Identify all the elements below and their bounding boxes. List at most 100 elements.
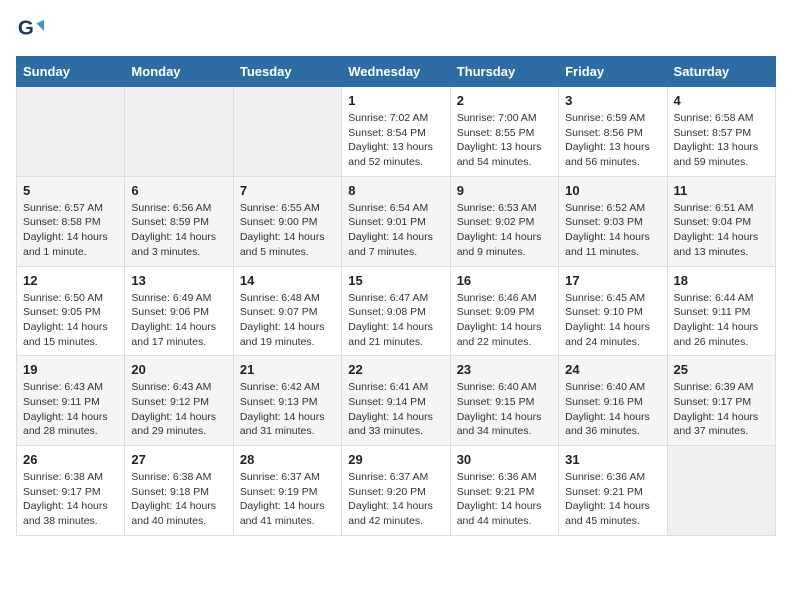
- calendar-table: SundayMondayTuesdayWednesdayThursdayFrid…: [16, 56, 776, 536]
- weekday-header-cell: Wednesday: [342, 57, 450, 87]
- calendar-day-cell: 29 Sunrise: 6:37 AM Sunset: 9:20 PM Dayli…: [342, 446, 450, 536]
- day-info: Sunrise: 6:37 AM Sunset: 9:19 PM Dayligh…: [240, 470, 335, 529]
- day-number: 27: [131, 452, 226, 467]
- day-info: Sunrise: 6:55 AM Sunset: 9:00 PM Dayligh…: [240, 201, 335, 260]
- calendar-day-cell: 31 Sunrise: 6:36 AM Sunset: 9:21 PM Dayli…: [559, 446, 667, 536]
- day-info: Sunrise: 6:36 AM Sunset: 9:21 PM Dayligh…: [565, 470, 660, 529]
- day-number: 1: [348, 93, 443, 108]
- day-info: Sunrise: 7:02 AM Sunset: 8:54 PM Dayligh…: [348, 111, 443, 170]
- svg-text:G: G: [18, 17, 34, 40]
- day-info: Sunrise: 6:43 AM Sunset: 9:11 PM Dayligh…: [23, 380, 118, 439]
- calendar-day-cell: [233, 87, 341, 177]
- weekday-header-cell: Monday: [125, 57, 233, 87]
- day-number: 31: [565, 452, 660, 467]
- calendar-day-cell: 7Sunrise: 6:55 AM Sunset: 9:00 PM Daylig…: [233, 176, 341, 266]
- calendar-day-cell: 25 Sunrise: 6:39 AM Sunset: 9:17 PM Dayli…: [667, 356, 775, 446]
- calendar-day-cell: 23 Sunrise: 6:40 AM Sunset: 9:15 PM Dayli…: [450, 356, 558, 446]
- day-info: Sunrise: 6:56 AM Sunset: 8:59 PM Dayligh…: [131, 201, 226, 260]
- calendar-day-cell: 22Sunrise: 6:41 AM Sunset: 9:14 PM Dayli…: [342, 356, 450, 446]
- calendar-body: 1 Sunrise: 7:02 AM Sunset: 8:54 PM Daylig…: [17, 87, 776, 536]
- calendar-day-cell: 21 Sunrise: 6:42 AM Sunset: 9:13 PM Dayli…: [233, 356, 341, 446]
- calendar-day-cell: 10Sunrise: 6:52 AM Sunset: 9:03 PM Dayli…: [559, 176, 667, 266]
- day-number: 15: [348, 273, 443, 288]
- day-info: Sunrise: 6:48 AM Sunset: 9:07 PM Dayligh…: [240, 291, 335, 350]
- day-number: 19: [23, 362, 118, 377]
- calendar-day-cell: 2 Sunrise: 7:00 AM Sunset: 8:55 PM Daylig…: [450, 87, 558, 177]
- day-info: Sunrise: 6:51 AM Sunset: 9:04 PM Dayligh…: [674, 201, 769, 260]
- calendar-day-cell: 5 Sunrise: 6:57 AM Sunset: 8:58 PM Daylig…: [17, 176, 125, 266]
- day-number: 2: [457, 93, 552, 108]
- day-info: Sunrise: 6:39 AM Sunset: 9:17 PM Dayligh…: [674, 380, 769, 439]
- calendar-day-cell: 17 Sunrise: 6:45 AM Sunset: 9:10 PM Dayli…: [559, 266, 667, 356]
- day-info: Sunrise: 6:57 AM Sunset: 8:58 PM Dayligh…: [23, 201, 118, 260]
- day-number: 24: [565, 362, 660, 377]
- day-info: Sunrise: 6:53 AM Sunset: 9:02 PM Dayligh…: [457, 201, 552, 260]
- logo-icon: G: [16, 16, 44, 44]
- day-number: 14: [240, 273, 335, 288]
- day-info: Sunrise: 6:49 AM Sunset: 9:06 PM Dayligh…: [131, 291, 226, 350]
- calendar-week-row: 12 Sunrise: 6:50 AM Sunset: 9:05 PM Dayli…: [17, 266, 776, 356]
- day-info: Sunrise: 6:40 AM Sunset: 9:15 PM Dayligh…: [457, 380, 552, 439]
- day-number: 4: [674, 93, 769, 108]
- calendar-day-cell: [125, 87, 233, 177]
- calendar-day-cell: [17, 87, 125, 177]
- day-number: 25: [674, 362, 769, 377]
- day-info: Sunrise: 6:58 AM Sunset: 8:57 PM Dayligh…: [674, 111, 769, 170]
- day-number: 5: [23, 183, 118, 198]
- calendar-week-row: 1 Sunrise: 7:02 AM Sunset: 8:54 PM Daylig…: [17, 87, 776, 177]
- calendar-day-cell: 24Sunrise: 6:40 AM Sunset: 9:16 PM Dayli…: [559, 356, 667, 446]
- day-info: Sunrise: 6:38 AM Sunset: 9:17 PM Dayligh…: [23, 470, 118, 529]
- day-number: 29: [348, 452, 443, 467]
- day-number: 6: [131, 183, 226, 198]
- calendar-header: SundayMondayTuesdayWednesdayThursdayFrid…: [17, 57, 776, 87]
- day-number: 16: [457, 273, 552, 288]
- weekday-header-row: SundayMondayTuesdayWednesdayThursdayFrid…: [17, 57, 776, 87]
- day-number: 12: [23, 273, 118, 288]
- day-number: 10: [565, 183, 660, 198]
- day-number: 20: [131, 362, 226, 377]
- day-number: 9: [457, 183, 552, 198]
- day-info: Sunrise: 7:00 AM Sunset: 8:55 PM Dayligh…: [457, 111, 552, 170]
- day-number: 22: [348, 362, 443, 377]
- calendar-day-cell: 28 Sunrise: 6:37 AM Sunset: 9:19 PM Dayli…: [233, 446, 341, 536]
- weekday-header-cell: Sunday: [17, 57, 125, 87]
- calendar-day-cell: 26 Sunrise: 6:38 AM Sunset: 9:17 PM Dayli…: [17, 446, 125, 536]
- day-info: Sunrise: 6:38 AM Sunset: 9:18 PM Dayligh…: [131, 470, 226, 529]
- day-info: Sunrise: 6:50 AM Sunset: 9:05 PM Dayligh…: [23, 291, 118, 350]
- calendar-day-cell: 6 Sunrise: 6:56 AM Sunset: 8:59 PM Daylig…: [125, 176, 233, 266]
- calendar-day-cell: 16 Sunrise: 6:46 AM Sunset: 9:09 PM Dayli…: [450, 266, 558, 356]
- day-number: 11: [674, 183, 769, 198]
- day-number: 21: [240, 362, 335, 377]
- day-number: 30: [457, 452, 552, 467]
- day-number: 3: [565, 93, 660, 108]
- calendar-week-row: 19 Sunrise: 6:43 AM Sunset: 9:11 PM Dayli…: [17, 356, 776, 446]
- calendar-week-row: 5 Sunrise: 6:57 AM Sunset: 8:58 PM Daylig…: [17, 176, 776, 266]
- weekday-header-cell: Saturday: [667, 57, 775, 87]
- day-number: 13: [131, 273, 226, 288]
- day-info: Sunrise: 6:36 AM Sunset: 9:21 PM Dayligh…: [457, 470, 552, 529]
- day-info: Sunrise: 6:37 AM Sunset: 9:20 PM Dayligh…: [348, 470, 443, 529]
- day-number: 23: [457, 362, 552, 377]
- day-number: 18: [674, 273, 769, 288]
- calendar-day-cell: 15Sunrise: 6:47 AM Sunset: 9:08 PM Dayli…: [342, 266, 450, 356]
- day-info: Sunrise: 6:59 AM Sunset: 8:56 PM Dayligh…: [565, 111, 660, 170]
- day-number: 8: [348, 183, 443, 198]
- calendar-day-cell: 20 Sunrise: 6:43 AM Sunset: 9:12 PM Dayli…: [125, 356, 233, 446]
- calendar-day-cell: 1 Sunrise: 7:02 AM Sunset: 8:54 PM Daylig…: [342, 87, 450, 177]
- calendar-week-row: 26 Sunrise: 6:38 AM Sunset: 9:17 PM Dayli…: [17, 446, 776, 536]
- calendar-day-cell: 11 Sunrise: 6:51 AM Sunset: 9:04 PM Dayli…: [667, 176, 775, 266]
- day-number: 17: [565, 273, 660, 288]
- day-info: Sunrise: 6:46 AM Sunset: 9:09 PM Dayligh…: [457, 291, 552, 350]
- logo: G: [16, 16, 48, 44]
- day-info: Sunrise: 6:54 AM Sunset: 9:01 PM Dayligh…: [348, 201, 443, 260]
- day-info: Sunrise: 6:42 AM Sunset: 9:13 PM Dayligh…: [240, 380, 335, 439]
- calendar-day-cell: 30 Sunrise: 6:36 AM Sunset: 9:21 PM Dayli…: [450, 446, 558, 536]
- calendar-day-cell: 9 Sunrise: 6:53 AM Sunset: 9:02 PM Daylig…: [450, 176, 558, 266]
- calendar-day-cell: 27 Sunrise: 6:38 AM Sunset: 9:18 PM Dayli…: [125, 446, 233, 536]
- day-info: Sunrise: 6:44 AM Sunset: 9:11 PM Dayligh…: [674, 291, 769, 350]
- day-number: 26: [23, 452, 118, 467]
- day-info: Sunrise: 6:43 AM Sunset: 9:12 PM Dayligh…: [131, 380, 226, 439]
- day-info: Sunrise: 6:45 AM Sunset: 9:10 PM Dayligh…: [565, 291, 660, 350]
- calendar-day-cell: [667, 446, 775, 536]
- day-number: 28: [240, 452, 335, 467]
